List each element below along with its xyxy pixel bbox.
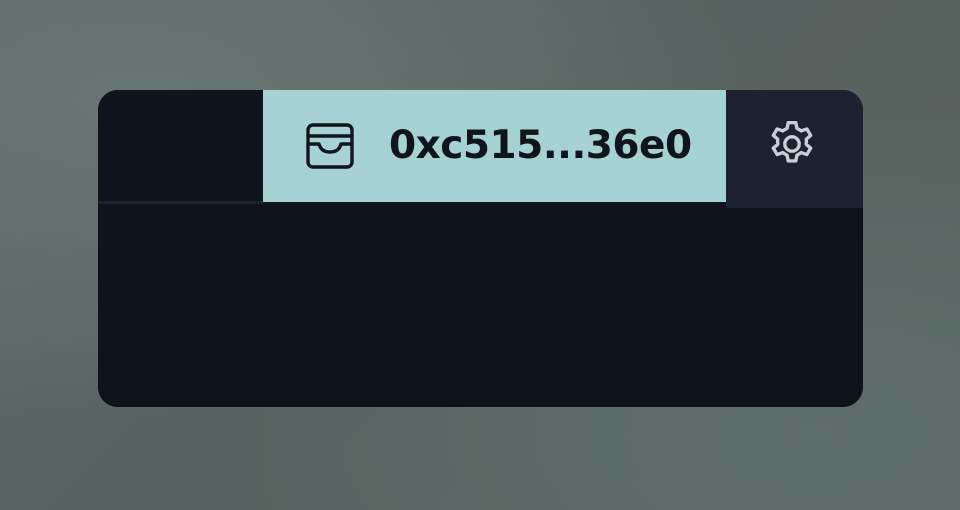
header-divider xyxy=(98,201,263,204)
widget-header: 0xc515...36e0 xyxy=(98,90,863,208)
wallet-icon xyxy=(305,122,355,170)
header-left-area xyxy=(98,90,263,202)
gear-icon xyxy=(765,117,819,175)
wallet-widget: 0xc515...36e0 xyxy=(98,90,863,407)
wallet-address: 0xc515...36e0 xyxy=(389,123,692,168)
wallet-address-button[interactable]: 0xc515...36e0 xyxy=(263,90,726,202)
settings-button[interactable] xyxy=(762,118,822,174)
widget-content-area xyxy=(98,208,863,407)
